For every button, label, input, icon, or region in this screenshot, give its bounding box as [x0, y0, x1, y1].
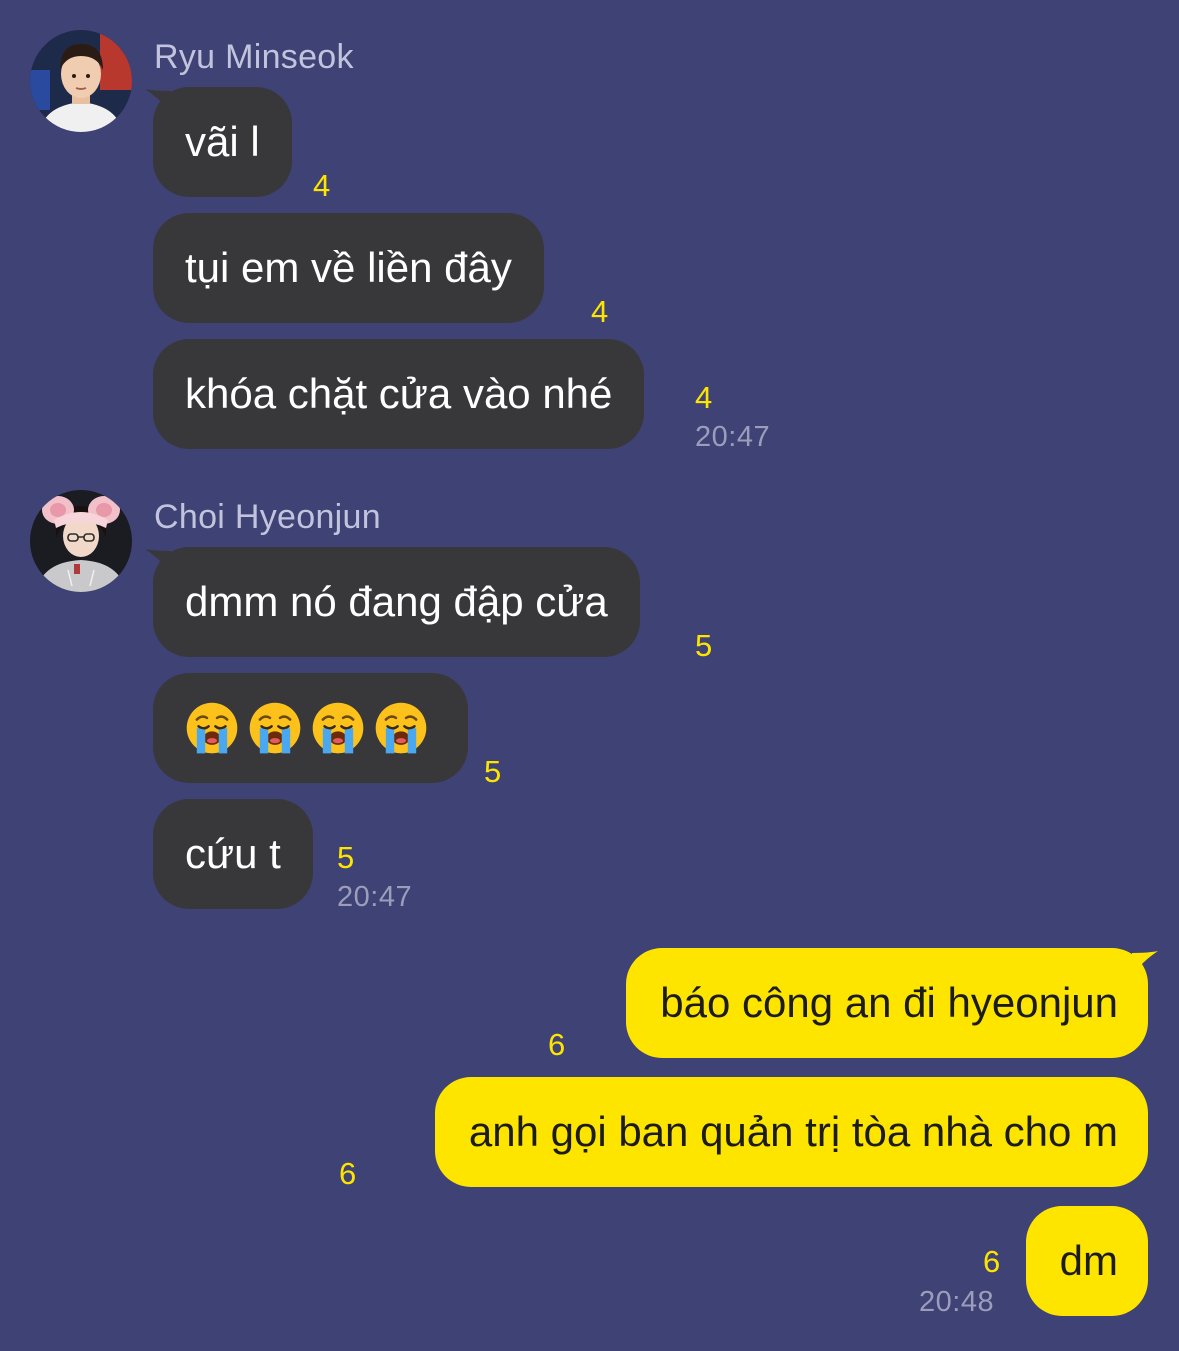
loudly-crying-face-icon: [374, 701, 428, 755]
avatar-ryu-minseok[interactable]: [30, 30, 132, 132]
message-bubble[interactable]: khóa chặt cửa vào nhé: [153, 339, 645, 449]
message-bubble[interactable]: vãi l: [153, 87, 292, 197]
unread-count: 5: [484, 754, 502, 789]
message-bubble[interactable]: tụi em về liền đây: [153, 213, 544, 323]
unread-count: 4: [695, 380, 713, 415]
unread-count: 4: [591, 294, 609, 329]
sender-name: Choi Hyeonjun: [154, 498, 381, 536]
unread-count: 5: [337, 840, 355, 875]
unread-count: 6: [339, 1156, 357, 1191]
emoji-message-bubble[interactable]: [153, 673, 468, 783]
avatar-choi-hyeonjun[interactable]: [30, 490, 132, 592]
unread-count: 6: [548, 1027, 566, 1062]
unread-count: 6: [983, 1244, 1001, 1279]
message-bubble[interactable]: dmm nó đang đập cửa: [153, 547, 640, 657]
message-timestamp: 20:47: [337, 881, 413, 913]
message-bubble[interactable]: cứu t: [153, 799, 313, 909]
sender-name: Ryu Minseok: [154, 38, 354, 76]
message-timestamp: 20:47: [695, 421, 771, 453]
loudly-crying-face-icon: [311, 701, 365, 755]
loudly-crying-face-icon: [185, 701, 239, 755]
user-avatar-icon: [30, 490, 132, 592]
user-avatar-icon: [30, 30, 132, 132]
message-bubble[interactable]: anh gọi ban quản trị tòa nhà cho m: [434, 1077, 1148, 1187]
message-bubble[interactable]: báo công an đi hyeonjun: [626, 948, 1148, 1058]
message-bubble[interactable]: dm: [1025, 1206, 1148, 1316]
loudly-crying-face-icon: [248, 701, 302, 755]
message-timestamp: 20:48: [919, 1286, 995, 1318]
unread-count: 5: [695, 628, 713, 663]
unread-count: 4: [313, 168, 331, 203]
